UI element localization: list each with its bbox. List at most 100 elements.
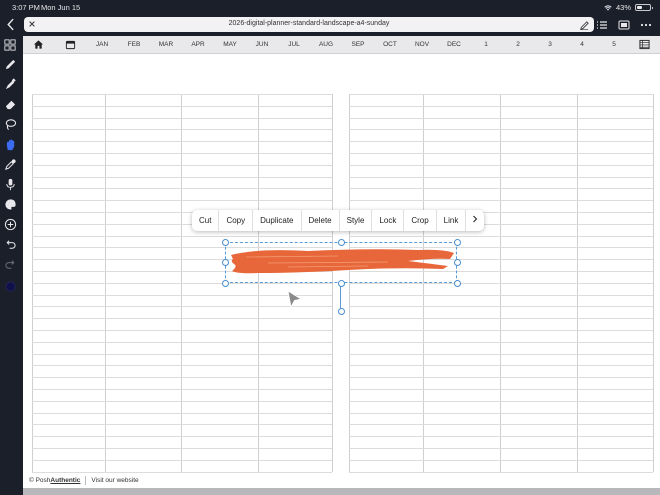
resize-handle[interactable] [221,238,229,246]
grid-column-line [332,94,333,472]
hand-tool[interactable] [4,138,18,152]
undo-icon [6,240,16,249]
planner-tab-2[interactable]: 2 [503,41,533,48]
planner-tab-apr[interactable]: APR [183,41,213,48]
color-palette-tool[interactable] [4,198,18,212]
status-bar: 3:07 PM Mon Jun 15 43% [0,0,660,16]
battery-icon [635,4,653,11]
planner-tab-dec[interactable]: DEC [439,41,469,48]
current-color-swatch[interactable] [4,280,18,294]
grid-column-line [653,94,654,472]
eraser-icon [5,100,16,110]
grid-row-line [32,129,332,130]
index-tab[interactable] [637,39,651,51]
grid-row-line [32,330,332,331]
grid-row-line [349,94,653,95]
list-view-button[interactable] [596,18,608,30]
menu-item-link[interactable]: Link [437,210,467,231]
document-tab[interactable]: 2026-digital-planner-standard-landscape-… [24,17,594,32]
resize-handle[interactable] [221,279,229,287]
planner-tab-may[interactable]: MAY [215,41,245,48]
voice-tool[interactable] [4,178,18,192]
back-button[interactable] [6,18,18,32]
grid-row-line [349,413,653,414]
grid-row-line [349,448,653,449]
planner-tab-aug[interactable]: AUG [311,41,341,48]
grid-row-line [349,472,653,473]
resize-handle[interactable] [453,279,461,287]
pencil-icon [580,21,589,30]
grid-row-line [32,153,332,154]
undo-button[interactable] [4,238,18,252]
menu-item-copy[interactable]: Copy [219,210,254,231]
redo-button[interactable] [4,258,18,272]
grid-row-line [349,389,653,390]
eyedropper-tool[interactable] [4,158,18,172]
calendar-tab[interactable] [63,39,77,51]
planner-tab-feb[interactable]: FEB [119,41,149,48]
menu-item-delete[interactable]: Delete [302,210,340,231]
planner-tab-jan[interactable]: JAN [87,41,117,48]
grid-row-line [32,141,332,142]
add-button[interactable] [4,218,18,232]
grid-row-line [349,153,653,154]
planner-tab-jun[interactable]: JUN [247,41,277,48]
grid-row-line [349,354,653,355]
planner-tab-1[interactable]: 1 [471,41,501,48]
resize-handle[interactable] [337,279,345,287]
grid-tool[interactable] [4,38,18,52]
eraser-tool[interactable] [4,98,18,112]
grid-row-line [349,377,653,378]
resize-handle[interactable] [337,238,345,246]
menu-item-style[interactable]: Style [340,210,373,231]
grid-row-line [349,236,653,237]
planner-tab-jul[interactable]: JUL [279,41,309,48]
resize-handle[interactable] [453,238,461,246]
more-options-button[interactable] [640,18,652,30]
menu-more-button[interactable] [466,210,484,231]
pen-tool[interactable] [4,58,18,72]
menu-item-cut[interactable]: Cut [192,210,220,231]
website-link[interactable]: Visit our website [91,477,138,484]
grid-row-line [349,330,653,331]
edit-title-button[interactable] [579,18,590,30]
grid-row-line [349,200,653,201]
menu-item-crop[interactable]: Crop [404,210,437,231]
highlighter-tool[interactable] [4,78,18,92]
marker-icon [5,78,16,90]
lasso-tool[interactable] [4,118,18,132]
grid-row-line [32,424,332,425]
menu-item-lock[interactable]: Lock [372,210,405,231]
table-icon [638,39,650,50]
planner-tab-3[interactable]: 3 [535,41,565,48]
document-title: 2026-digital-planner-standard-landscape-… [228,20,390,27]
grid-row-line [32,318,332,319]
grid-row-line [32,200,332,201]
planner-tab-sep[interactable]: SEP [343,41,373,48]
grid-row-line [349,188,653,189]
planner-tab-oct[interactable]: OCT [375,41,405,48]
planner-tab-mar[interactable]: MAR [151,41,181,48]
resize-handle[interactable] [337,307,345,315]
page-view-button[interactable] [618,18,630,30]
planner-tab-5[interactable]: 5 [599,41,629,48]
microphone-icon [6,178,15,191]
status-time: 3:07 PM [12,3,40,12]
eyedropper-icon [5,159,16,170]
grid-row-line [32,377,332,378]
status-date: Mon Jun 15 [41,3,81,12]
grid-row-line [32,354,332,355]
grid-row-line [32,177,332,178]
resize-handle[interactable] [453,258,461,266]
menu-item-duplicate[interactable]: Duplicate [253,210,302,231]
page-layout-icon [618,20,630,30]
grid-row-line [349,424,653,425]
top-bar: 2026-digital-planner-standard-landscape-… [0,16,660,34]
planner-tab-4[interactable]: 4 [567,41,597,48]
grid-icon [4,39,16,51]
wifi-icon [604,4,612,11]
selection-box [225,242,457,283]
planner-tab-nov[interactable]: NOV [407,41,437,48]
home-tab[interactable] [31,39,45,51]
resize-handle[interactable] [221,258,229,266]
